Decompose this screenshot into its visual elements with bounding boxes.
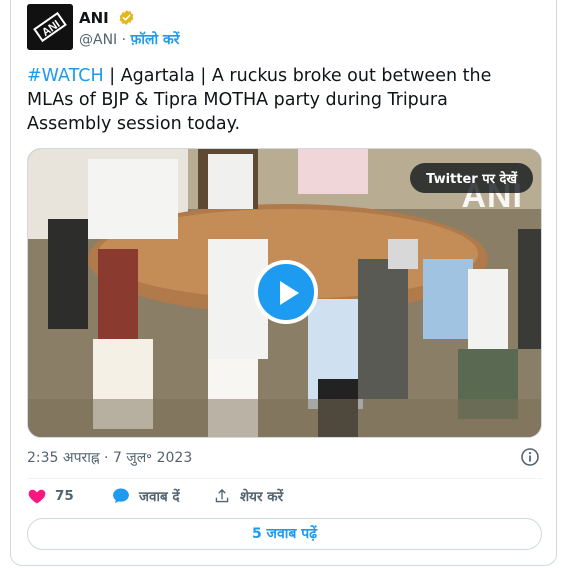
video-player[interactable]: ANI Twitter पर देखें xyxy=(27,148,542,438)
reply-bubble-icon xyxy=(113,488,129,504)
ani-logo-icon: ANI xyxy=(27,4,73,50)
tweet-card: ANI ANI @ANI · फ़ॉलो करें #WATCH | Agart… xyxy=(10,0,557,566)
like-count: 75 xyxy=(55,488,74,504)
share-label: शेयर करें xyxy=(240,489,284,505)
separator: · xyxy=(121,32,127,48)
tweet-timestamp[interactable]: 2:35 अपराह्न · 7 जुल॰ 2023 xyxy=(27,448,192,467)
handle-row: @ANI · फ़ॉलो करें xyxy=(79,30,179,49)
handle[interactable]: @ANI xyxy=(79,32,117,48)
name-row: ANI xyxy=(79,8,135,30)
reply-button[interactable]: जवाब दें xyxy=(111,486,180,506)
follow-button[interactable]: फ़ॉलो करें xyxy=(131,32,180,48)
info-icon[interactable] xyxy=(520,447,540,467)
heart-icon xyxy=(28,489,46,504)
play-icon xyxy=(280,281,299,305)
hashtag-link[interactable]: #WATCH xyxy=(27,66,104,86)
reply-label: जवाब दें xyxy=(139,489,180,505)
display-name[interactable]: ANI xyxy=(79,9,109,27)
view-on-twitter-button[interactable]: Twitter पर देखें xyxy=(410,163,533,193)
verified-badge-icon xyxy=(118,9,135,30)
avatar[interactable]: ANI xyxy=(27,4,73,50)
read-replies-button[interactable]: 5 जवाब पढ़ें xyxy=(27,518,542,550)
like-button[interactable]: 75 xyxy=(27,486,74,506)
tweet-text: #WATCH | Agartala | A ruckus broke out b… xyxy=(27,64,527,136)
share-icon xyxy=(215,488,229,503)
share-button[interactable]: शेयर करें xyxy=(212,486,283,506)
divider xyxy=(27,478,542,479)
play-button[interactable] xyxy=(254,260,318,324)
